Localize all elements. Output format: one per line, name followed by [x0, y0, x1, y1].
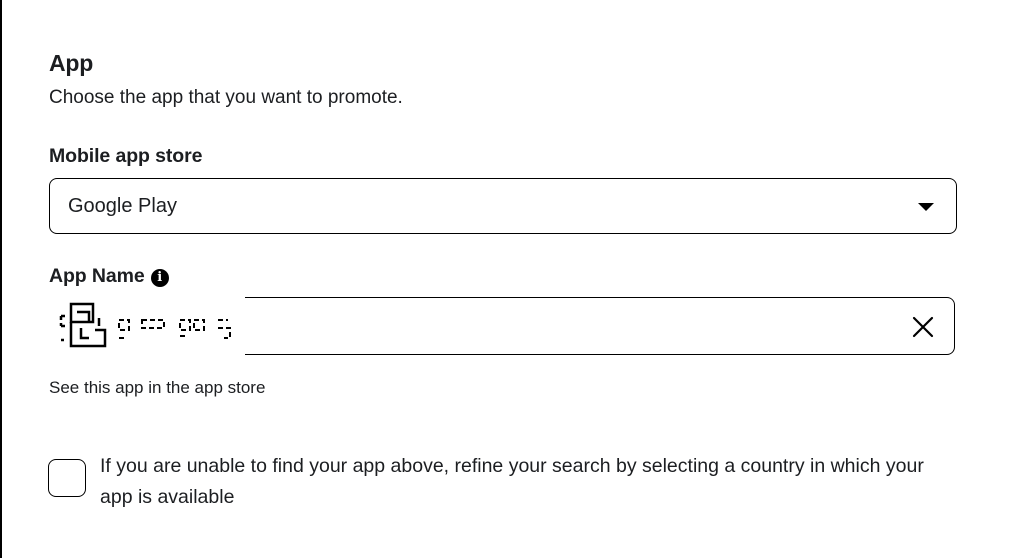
section-description: Choose the app that you want to promote.: [49, 87, 403, 108]
section-title: App: [49, 50, 94, 76]
country-refine-checkbox[interactable]: [48, 459, 86, 497]
app-name-input[interactable]: [245, 297, 955, 355]
see-app-in-store-link[interactable]: See this app in the app store: [49, 378, 265, 398]
app-settings-panel: App Choose the app that you want to prom…: [0, 0, 1020, 558]
country-refine-label: If you are unable to find your app above…: [100, 455, 924, 508]
store-field-label: Mobile app store: [49, 145, 203, 167]
caret-down-icon: [918, 203, 934, 211]
info-icon[interactable]: i: [150, 269, 169, 287]
app-name-text: [118, 319, 231, 339]
app-icon: [59, 302, 107, 348]
close-icon[interactable]: [912, 316, 934, 338]
app-name-label: App Name: [49, 265, 145, 287]
app-store-selected-value: Google Play: [68, 195, 177, 217]
app-store-select[interactable]: Google Play: [49, 178, 957, 234]
app-name-label-row: App Name i: [49, 265, 169, 288]
